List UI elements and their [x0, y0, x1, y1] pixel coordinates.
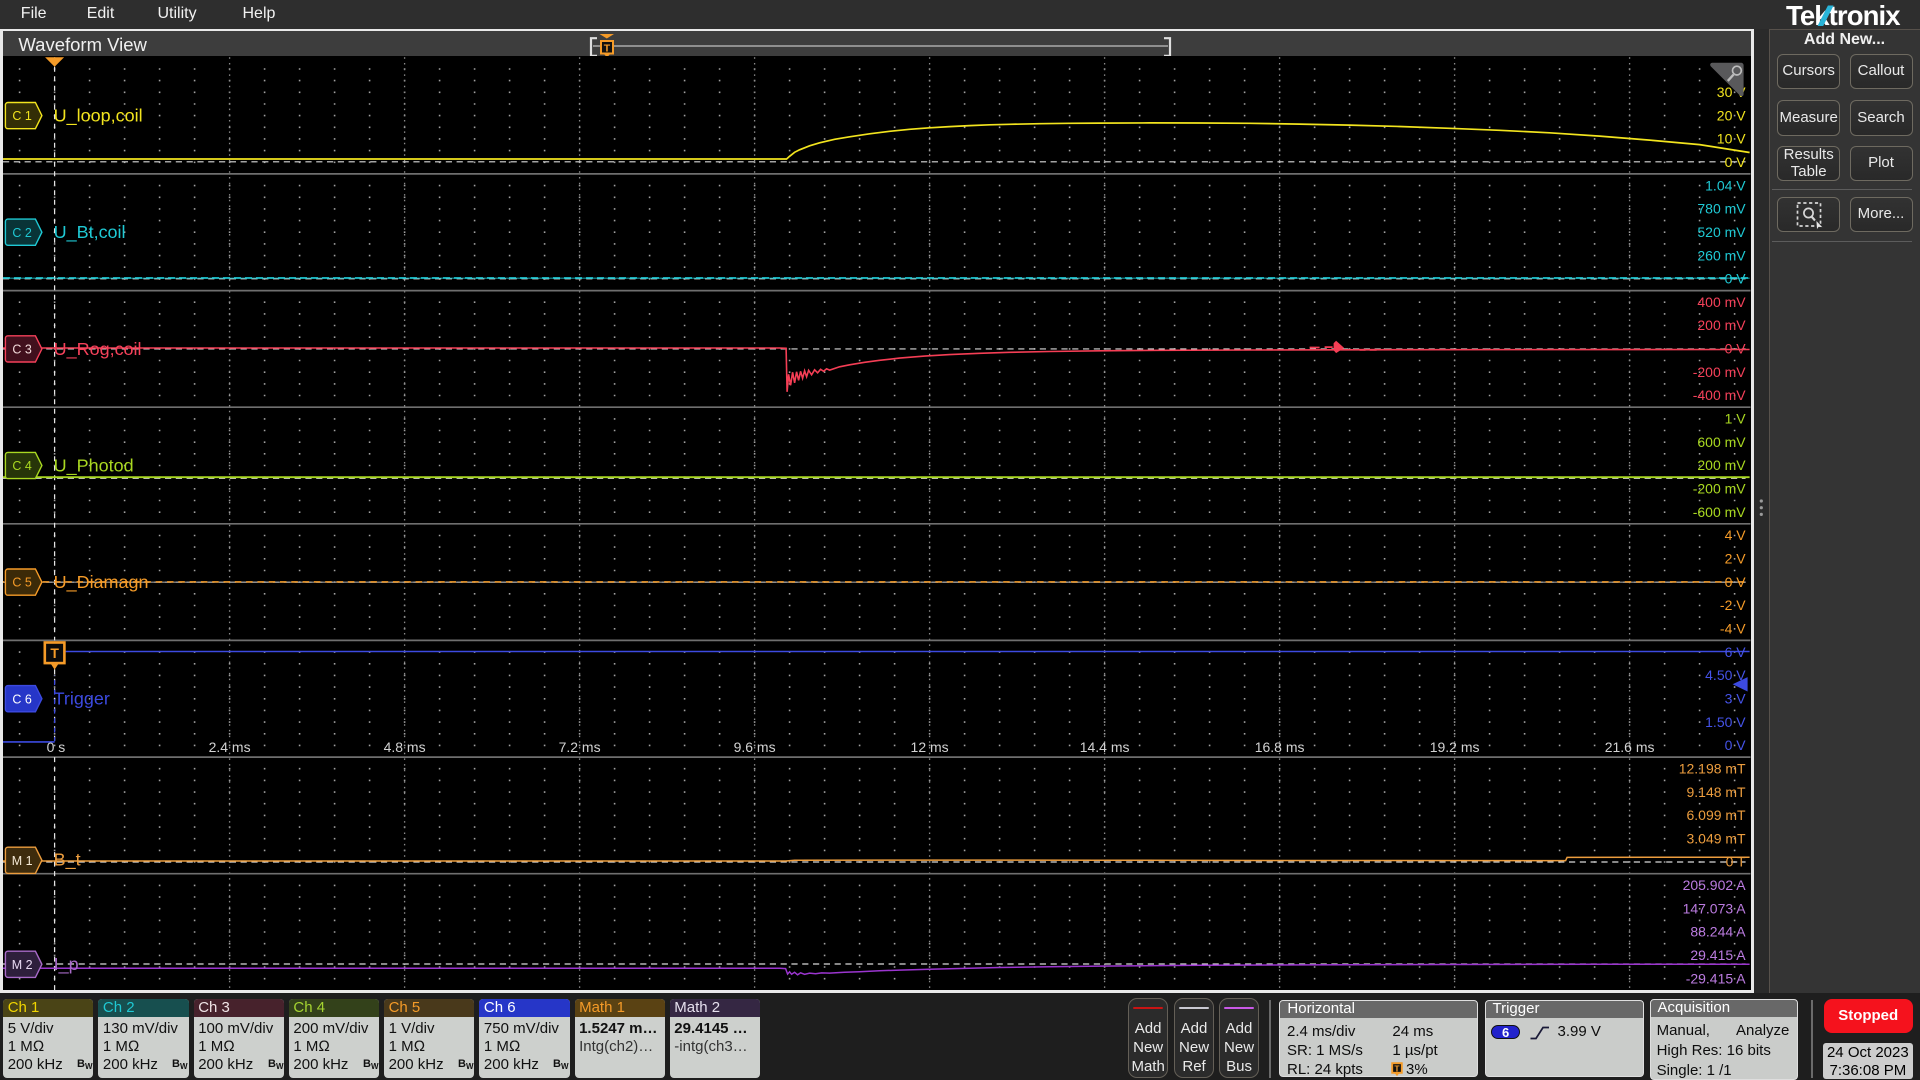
svg-text:0 V: 0 V	[1725, 573, 1747, 589]
svg-text:-200 mV: -200 mV	[1693, 364, 1747, 380]
svg-text:C 6: C 6	[13, 692, 32, 706]
svg-text:-200 mV: -200 mV	[1693, 480, 1747, 496]
svg-text:U_Diamagn: U_Diamagn	[54, 572, 149, 593]
svg-text:0 T: 0 T	[1726, 853, 1746, 869]
svg-text:6 V: 6 V	[1725, 643, 1747, 659]
svg-text:-4 V: -4 V	[1720, 620, 1746, 636]
svg-text:-600 mV: -600 mV	[1693, 504, 1747, 520]
svg-text:29.415 A: 29.415 A	[1691, 947, 1747, 963]
svg-text:1 V: 1 V	[1725, 410, 1747, 426]
svg-text:9.6 ms: 9.6 ms	[734, 738, 776, 754]
svg-text:260 mV: 260 mV	[1698, 247, 1747, 263]
svg-text:16.8 ms: 16.8 ms	[1255, 738, 1305, 754]
svg-text:6.099 mT: 6.099 mT	[1687, 807, 1747, 823]
svg-text:147.073 A: 147.073 A	[1683, 900, 1747, 916]
svg-text:M 2: M 2	[12, 958, 33, 972]
svg-text:M 1: M 1	[12, 854, 33, 868]
svg-text:205.902 A: 205.902 A	[1683, 877, 1747, 893]
svg-text:4 V: 4 V	[1725, 527, 1747, 543]
svg-text:1.50 V: 1.50 V	[1706, 713, 1747, 729]
svg-text:20 V: 20 V	[1717, 107, 1746, 123]
svg-text:3.049 mT: 3.049 mT	[1687, 830, 1747, 846]
svg-text:U_loop,coil: U_loop,coil	[54, 105, 143, 126]
svg-text:2.4 ms: 2.4 ms	[209, 738, 251, 754]
svg-text:0 s: 0 s	[47, 738, 66, 754]
svg-text:Trigger: Trigger	[54, 688, 110, 708]
svg-text:780 mV: 780 mV	[1698, 200, 1747, 216]
svg-text:2 V: 2 V	[1725, 550, 1747, 566]
svg-text:U_Photod: U_Photod	[54, 455, 134, 476]
svg-text:200 mV: 200 mV	[1698, 457, 1747, 473]
svg-text:C 4: C 4	[13, 459, 32, 473]
svg-text:I_p: I_p	[54, 953, 79, 974]
svg-text:U_Bt,coil: U_Bt,coil	[54, 222, 126, 243]
svg-text:9.148 mT: 9.148 mT	[1687, 783, 1747, 799]
svg-text:12 ms: 12 ms	[911, 738, 949, 754]
svg-text:3 V: 3 V	[1725, 690, 1747, 706]
svg-text:-400 mV: -400 mV	[1693, 387, 1747, 403]
svg-text:T: T	[604, 42, 611, 54]
svg-text:0 V: 0 V	[1725, 154, 1747, 170]
svg-text:0 V: 0 V	[1725, 737, 1747, 753]
svg-text:400 mV: 400 mV	[1698, 294, 1747, 310]
svg-text:0 V: 0 V	[1725, 340, 1747, 356]
svg-text:4.50 V: 4.50 V	[1706, 667, 1747, 683]
svg-text:0 V: 0 V	[1725, 270, 1747, 286]
svg-text:4.8 ms: 4.8 ms	[384, 738, 426, 754]
svg-text:U_Rog,coil: U_Rog,coil	[54, 339, 142, 360]
svg-text:7.2 ms: 7.2 ms	[559, 738, 601, 754]
svg-text:C 3: C 3	[13, 342, 32, 356]
svg-text:B_t: B_t	[54, 849, 81, 870]
svg-text:10 V: 10 V	[1717, 130, 1746, 146]
svg-text:-29.415 A: -29.415 A	[1686, 970, 1747, 986]
svg-text:12.198 mT: 12.198 mT	[1679, 760, 1746, 776]
svg-text:600 mV: 600 mV	[1698, 434, 1747, 450]
svg-text:T: T	[1395, 1063, 1401, 1073]
svg-text:1.04 V: 1.04 V	[1706, 177, 1747, 193]
svg-text:C 5: C 5	[13, 575, 32, 589]
svg-text:88.244 A: 88.244 A	[1691, 923, 1747, 939]
svg-text:21.6 ms: 21.6 ms	[1605, 738, 1655, 754]
svg-text:C 1: C 1	[13, 109, 32, 123]
svg-text:19.2 ms: 19.2 ms	[1430, 738, 1480, 754]
svg-text:T: T	[51, 644, 60, 660]
svg-text:520 mV: 520 mV	[1698, 224, 1747, 240]
svg-text:14.4 ms: 14.4 ms	[1080, 738, 1130, 754]
svg-text:200 mV: 200 mV	[1698, 317, 1747, 333]
svg-text:C 2: C 2	[13, 225, 32, 239]
svg-text:-2 V: -2 V	[1720, 597, 1746, 613]
